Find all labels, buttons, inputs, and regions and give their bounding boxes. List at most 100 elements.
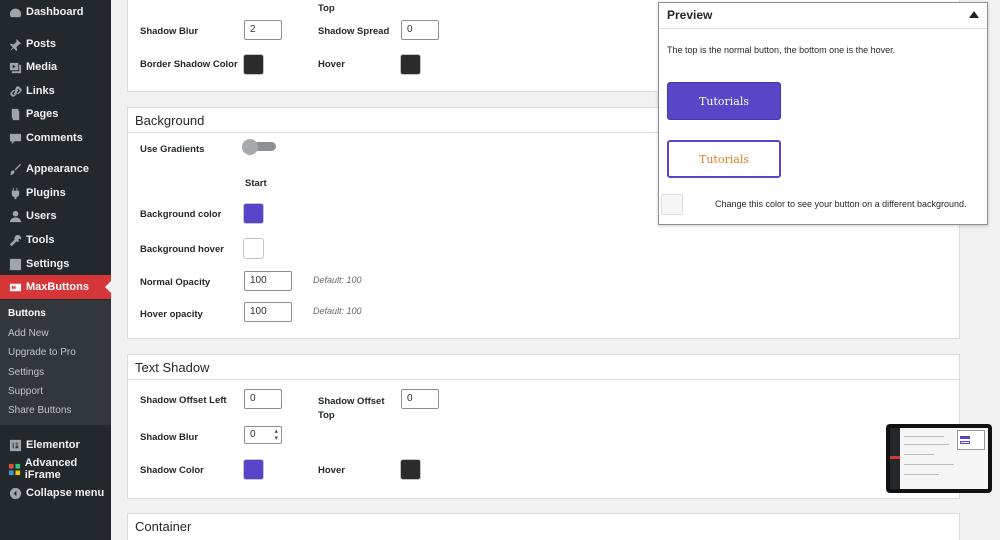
submenu-share-buttons[interactable]: Share Buttons — [8, 405, 71, 416]
submenu-add-new[interactable]: Add New — [8, 328, 49, 339]
maxbuttons-submenu: Buttons Add New Upgrade to Pro Settings … — [0, 300, 111, 425]
hover-opacity-input[interactable]: 100 — [244, 302, 292, 322]
sidebar-item-label: Appearance — [26, 163, 89, 175]
text-shadow-color-label: Shadow Color — [140, 465, 204, 476]
background-color-swatch[interactable] — [243, 203, 264, 224]
screenshot-thumbnail[interactable] — [886, 424, 992, 493]
gradient-start-label: Start — [245, 178, 267, 189]
submenu-support[interactable]: Support — [8, 386, 43, 397]
sidebar-item-dashboard[interactable]: Dashboard — [0, 0, 111, 24]
collapse-icon — [0, 487, 26, 500]
sidebar-item-label: Dashboard — [26, 6, 84, 18]
stepper-arrows-icon[interactable]: ▴ ▾ — [274, 428, 278, 442]
shadow-spread-label: Shadow Spread — [318, 26, 390, 37]
use-gradients-label: Use Gradients — [140, 144, 205, 155]
preview-normal-button[interactable]: Tutorials — [667, 82, 781, 120]
container-title: Container — [135, 519, 192, 534]
sidebar-item-label: Users — [26, 210, 57, 222]
sidebar-item-label: Collapse menu — [26, 487, 105, 499]
pages-icon — [0, 108, 26, 121]
shadow-spread-input[interactable]: 0 — [401, 20, 439, 40]
background-title: Background — [135, 113, 205, 128]
sidebar-item-label: Pages — [26, 108, 59, 120]
thumbnail-row — [904, 436, 944, 437]
sidebar-item-maxbuttons[interactable]: MaxButtons — [0, 275, 111, 299]
text-shadow-offset-top-input[interactable]: 0 — [401, 389, 439, 409]
sidebar-item-label: Links — [26, 85, 55, 97]
collapse-triangle-icon[interactable] — [969, 11, 979, 18]
thumbnail-row — [904, 444, 949, 445]
sidebar-item-label: Elementor — [26, 439, 80, 451]
wrench-icon — [0, 234, 26, 247]
preview-background-note: Change this color to see your button on … — [715, 199, 967, 209]
text-shadow-offset-left-label: Shadow Offset Left — [140, 395, 227, 406]
sidebar-item-label: Settings — [26, 258, 70, 270]
media-icon — [0, 61, 26, 74]
sidebar-item-settings[interactable]: Settings — [0, 252, 111, 276]
text-shadow-panel: Text Shadow Shadow Offset Left 0 Shadow … — [127, 354, 960, 499]
sidebar-item-label: Posts — [26, 38, 56, 50]
border-shadow-color-swatch[interactable] — [243, 54, 264, 75]
shadow-blur-label: Shadow Blur — [140, 26, 199, 37]
sidebar-item-label: Advanced iFrame — [24, 457, 78, 481]
thumbnail-row — [904, 464, 954, 465]
text-shadow-blur-label: Shadow Blur — [140, 432, 199, 443]
sidebar-item-tools[interactable]: Tools — [0, 228, 111, 252]
preview-hover-button[interactable]: Tutorials — [667, 140, 781, 178]
text-shadow-hover-label: Hover — [318, 465, 345, 476]
sidebar-item-collapse-menu[interactable]: Collapse menu — [0, 481, 111, 505]
shadow-blur-input[interactable]: 2 — [244, 20, 282, 40]
preview-title: Preview — [667, 8, 713, 22]
normal-opacity-hint: Default: 100 — [313, 275, 362, 285]
user-icon — [0, 210, 26, 223]
text-shadow-hover-swatch[interactable] — [400, 459, 421, 480]
thumbnail-row — [904, 474, 939, 475]
normal-opacity-input[interactable]: 100 — [244, 271, 292, 291]
text-shadow-offset-top-label: Shadow Offset Top — [318, 396, 385, 421]
submenu-upgrade-to-pro[interactable]: Upgrade to Pro — [8, 347, 76, 358]
container-panel: Container — [127, 513, 960, 540]
sidebar-item-comments[interactable]: Comments — [0, 126, 111, 150]
sidebar-item-label: MaxButtons — [26, 281, 89, 293]
sidebar-item-links[interactable]: Links — [0, 79, 111, 103]
text-shadow-color-swatch[interactable] — [243, 459, 264, 480]
background-hover-swatch[interactable] — [243, 238, 264, 259]
plugin-icon — [0, 187, 26, 200]
background-hover-label: Background hover — [140, 244, 224, 255]
sidebar-item-users[interactable]: Users — [0, 204, 111, 228]
thumbnail-normal-button — [960, 436, 970, 439]
sidebar-item-label: Comments — [26, 132, 83, 144]
border-shadow-hover-swatch[interactable] — [400, 54, 421, 75]
preview-background-swatch[interactable] — [661, 194, 683, 215]
divider — [128, 379, 959, 380]
thumbnail-row — [904, 454, 934, 455]
border-shadow-color-label: Border Shadow Color — [140, 59, 238, 70]
thumbnail-screen — [890, 428, 988, 489]
text-shadow-blur-value: 0 — [250, 429, 256, 440]
hover-opacity-hint: Default: 100 — [313, 306, 362, 316]
border-shadow-hover-label: Hover — [318, 59, 345, 70]
sidebar-item-appearance[interactable]: Appearance — [0, 157, 111, 181]
sidebar-item-label: Plugins — [26, 187, 66, 199]
use-gradients-toggle[interactable] — [242, 139, 278, 155]
sidebar-item-elementor[interactable]: Elementor — [0, 433, 111, 457]
sidebar-item-label: Media — [26, 61, 58, 73]
thumbnail-active-item — [890, 456, 900, 459]
toggle-knob — [242, 139, 258, 155]
settings-icon — [0, 258, 26, 271]
submenu-settings[interactable]: Settings — [8, 367, 44, 378]
text-shadow-blur-stepper[interactable]: 0 ▴ ▾ — [244, 426, 282, 444]
sidebar-item-pages[interactable]: Pages — [0, 102, 111, 126]
text-shadow-offset-left-input[interactable]: 0 — [244, 389, 282, 409]
sidebar-item-plugins[interactable]: Plugins — [0, 181, 111, 205]
sidebar-item-posts[interactable]: Posts — [0, 32, 111, 56]
elementor-icon — [0, 439, 26, 452]
divider — [659, 28, 987, 29]
maxbuttons-icon — [0, 281, 26, 294]
link-icon — [0, 85, 26, 98]
thumbnail-preview — [957, 430, 985, 450]
sidebar-item-media[interactable]: Media — [0, 55, 111, 79]
submenu-buttons[interactable]: Buttons — [8, 308, 46, 319]
preview-box: Preview The top is the normal button, th… — [658, 2, 988, 225]
sidebar-item-advanced-iframe[interactable]: Advanced iFrame — [0, 457, 111, 481]
